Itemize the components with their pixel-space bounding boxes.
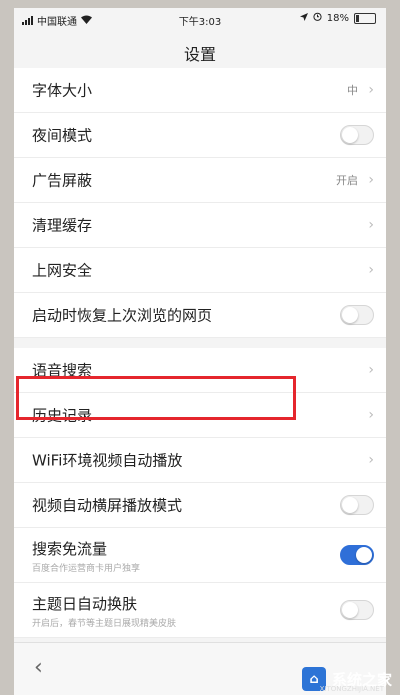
setting-label: 主题日自动换肤	[32, 595, 138, 613]
setting-label: 字体大小	[32, 81, 93, 100]
setting-sublabel: 开启后，春节等主题日展现精美皮肤	[32, 619, 177, 629]
chevron-right-icon: ›	[368, 82, 374, 98]
battery-icon	[354, 12, 376, 24]
setting-sublabel: 百度合作运营商卡用户独享	[32, 564, 141, 574]
setting-label: 上网安全	[32, 261, 93, 280]
setting-web-security[interactable]: 上网安全 ›	[14, 248, 386, 293]
location-icon	[299, 12, 308, 24]
setting-label: 清理缓存	[32, 216, 93, 235]
setting-label: 夜间模式	[32, 126, 93, 145]
watermark-domain: XITONGZHIJIA.NET	[319, 685, 384, 693]
setting-auto-landscape: 视频自动横屏播放模式	[14, 483, 386, 528]
battery-percent: 18%	[326, 12, 349, 24]
setting-ad-block[interactable]: 广告屏蔽 开启 ›	[14, 158, 386, 203]
alarm-icon	[313, 12, 322, 24]
setting-free-search: 搜索免流量 百度合作运营商卡用户独享	[14, 528, 386, 583]
setting-voice-search[interactable]: 语音搜索 ›	[14, 348, 386, 393]
restore-pages-toggle[interactable]	[340, 305, 374, 325]
setting-value: 中	[347, 84, 358, 97]
page-title: 设置	[183, 45, 216, 64]
setting-label: 语音搜索	[32, 361, 93, 380]
setting-theme-skin: 主题日自动换肤 开启后，春节等主题日展现精美皮肤	[14, 583, 386, 638]
settings-list: 字体大小 中 › 夜间模式 广告屏蔽 开启 › 清理缓存 › 上网安全 › 启动…	[14, 68, 386, 638]
back-arrow-icon[interactable]: ‹	[34, 655, 43, 680]
setting-history[interactable]: 历史记录 ›	[14, 393, 386, 438]
setting-label: 启动时恢复上次浏览的网页	[32, 306, 213, 325]
chevron-right-icon: ›	[368, 172, 374, 188]
setting-label: WiFi环境视频自动播放	[32, 451, 183, 470]
auto-landscape-toggle[interactable]	[340, 495, 374, 515]
setting-label: 历史记录	[32, 406, 93, 425]
setting-label: 广告屏蔽	[32, 171, 93, 190]
setting-wifi-autoplay[interactable]: WiFi环境视频自动播放 ›	[14, 438, 386, 483]
section-gap	[14, 338, 386, 348]
setting-label: 视频自动横屏播放模式	[32, 496, 183, 515]
phone-screen: 中国联通 下午3:03 18% 设置 字体大小 中 › 夜间模式 广告屏蔽 开启…	[14, 8, 386, 695]
night-mode-toggle[interactable]	[340, 125, 374, 145]
status-bar: 中国联通 下午3:03 18%	[14, 8, 386, 30]
theme-skin-toggle[interactable]	[340, 600, 374, 620]
chevron-right-icon: ›	[368, 362, 374, 378]
setting-restore-pages: 启动时恢复上次浏览的网页	[14, 293, 386, 338]
setting-value: 开启	[336, 174, 358, 187]
setting-font-size[interactable]: 字体大小 中 ›	[14, 68, 386, 113]
setting-clear-cache[interactable]: 清理缓存 ›	[14, 203, 386, 248]
chevron-right-icon: ›	[368, 217, 374, 233]
setting-night-mode: 夜间模式	[14, 113, 386, 158]
setting-label: 搜索免流量	[32, 540, 108, 558]
chevron-right-icon: ›	[368, 452, 374, 468]
watermark: ⌂ 系统之家 XITONGZHIJIA.NET	[301, 667, 392, 693]
chevron-right-icon: ›	[368, 262, 374, 278]
free-search-toggle[interactable]	[340, 545, 374, 565]
chevron-right-icon: ›	[368, 407, 374, 423]
